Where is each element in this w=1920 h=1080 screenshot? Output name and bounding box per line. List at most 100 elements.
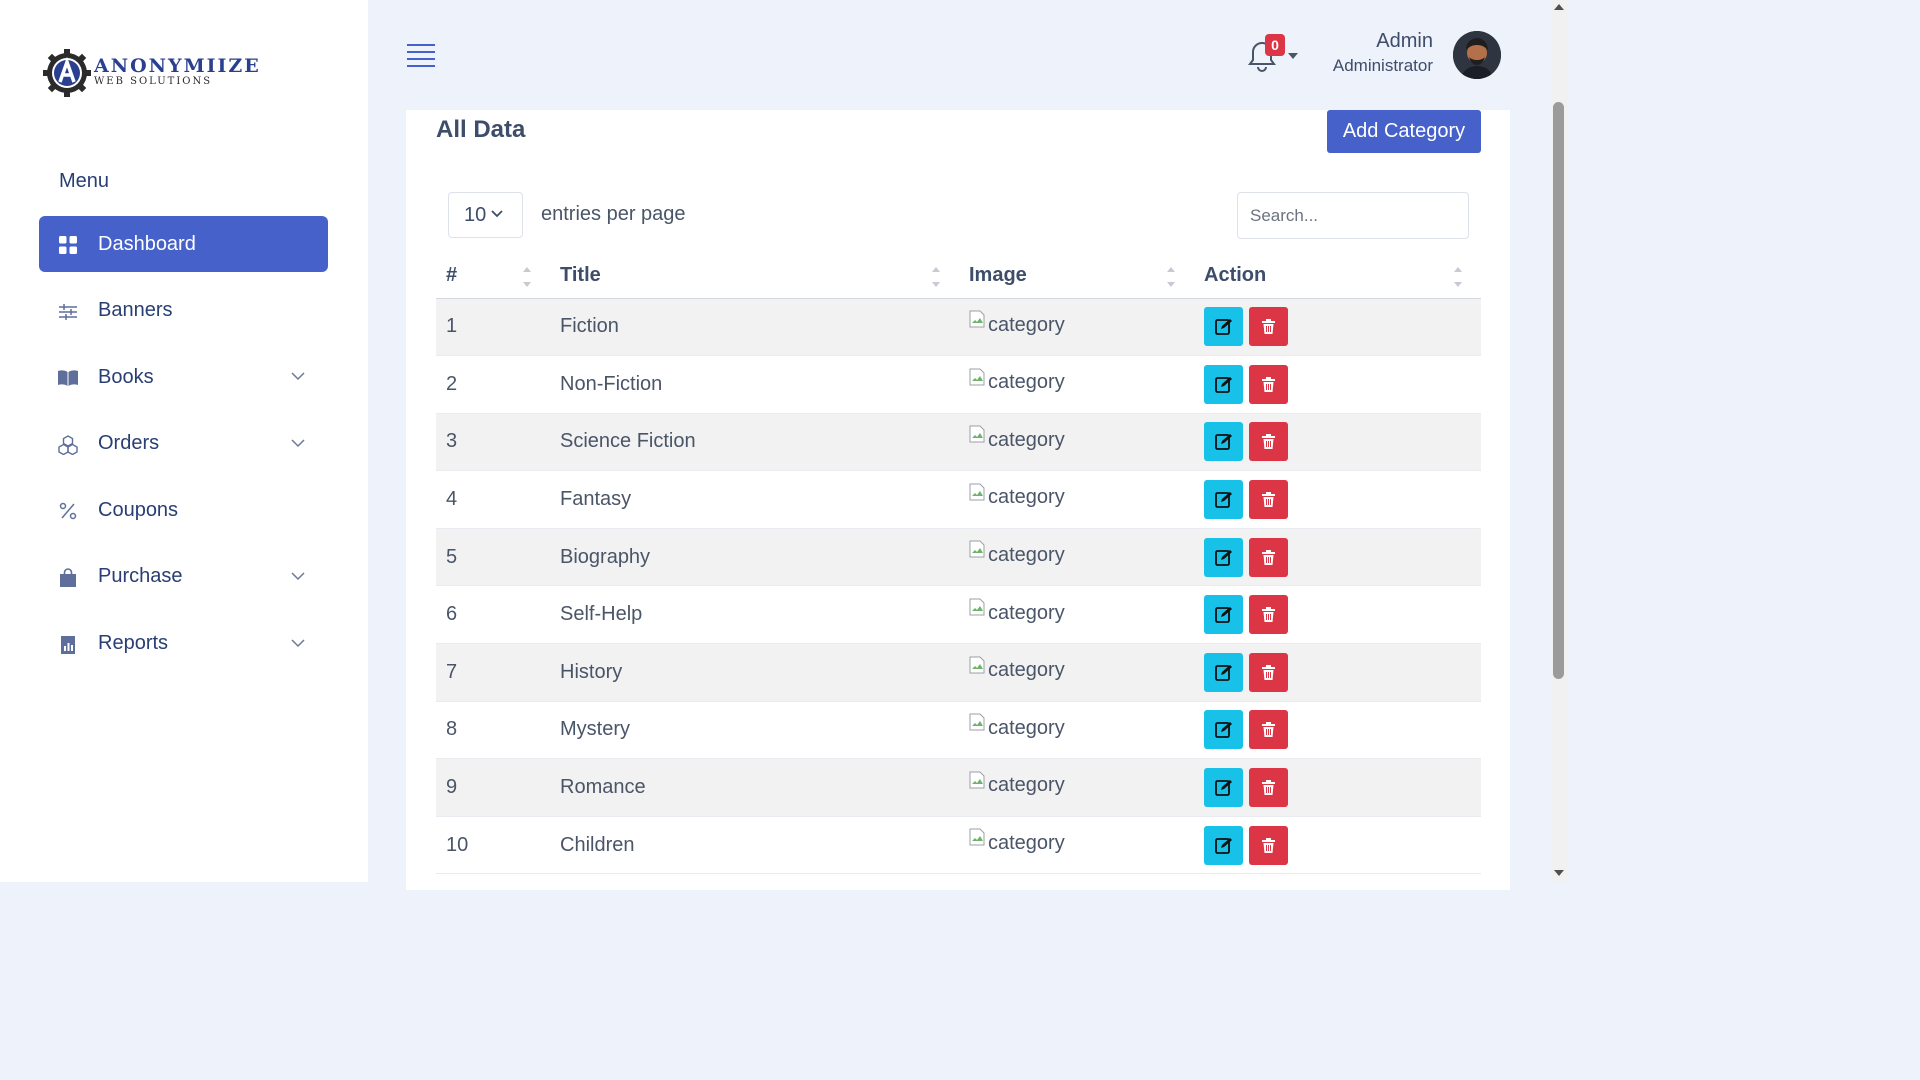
row-image-cell: category <box>959 413 1194 472</box>
trash-icon <box>1262 722 1275 738</box>
table-row: 9 Romance category <box>436 758 1481 817</box>
menu-toggle-button[interactable] <box>407 44 435 68</box>
row-number-cell: 6 <box>436 585 550 645</box>
row-number-cell: 7 <box>436 643 550 702</box>
hamburger-bar <box>407 65 435 67</box>
scroll-down-arrow-icon[interactable] <box>1554 870 1564 876</box>
edit-button[interactable] <box>1204 537 1243 577</box>
row-action-cell <box>1194 528 1481 587</box>
delete-button[interactable] <box>1249 595 1288 635</box>
delete-button[interactable] <box>1249 480 1288 520</box>
broken-image: category <box>969 828 1065 855</box>
broken-image: category <box>969 771 1065 797</box>
sidebar-item-books[interactable]: Books <box>39 349 328 405</box>
edit-button[interactable] <box>1204 422 1243 462</box>
column-header-number[interactable]: # <box>436 253 550 299</box>
entries-per-page-select[interactable]: 10 <box>448 192 523 238</box>
scrollbar-thumb[interactable] <box>1553 102 1564 679</box>
image-alt-text: category <box>988 313 1065 336</box>
sidebar-item-label: Orders <box>98 432 160 455</box>
edit-button[interactable] <box>1204 825 1243 865</box>
edit-icon <box>1215 837 1232 854</box>
delete-button[interactable] <box>1249 825 1288 865</box>
edit-icon <box>1215 319 1232 336</box>
row-title-cell: Fiction <box>550 298 959 357</box>
hamburger-bar <box>407 51 435 53</box>
column-header-action[interactable]: Action <box>1194 253 1481 299</box>
sidebar-item-purchase[interactable]: Purchase <box>39 549 328 605</box>
edit-button[interactable] <box>1204 652 1243 692</box>
broken-image-icon <box>969 483 985 501</box>
table-row: 10 Children category <box>436 816 1481 875</box>
sort-icon <box>523 267 531 287</box>
image-alt-text: category <box>988 543 1065 566</box>
chevron-down-icon <box>491 210 503 218</box>
sort-icon <box>932 267 940 287</box>
entries-per-page-value: 10 <box>464 204 487 226</box>
chevron-down-icon <box>291 639 305 647</box>
boxes-icon <box>58 434 78 455</box>
delete-button[interactable] <box>1249 768 1288 808</box>
delete-button[interactable] <box>1249 422 1288 462</box>
sliders-icon <box>59 303 77 320</box>
edit-button[interactable] <box>1204 480 1243 520</box>
categories-table: # Title Image Action 1 Fiction category 2 No… <box>436 253 1481 875</box>
grid-icon <box>59 236 77 254</box>
column-header-title[interactable]: Title <box>550 253 959 299</box>
delete-button[interactable] <box>1249 537 1288 577</box>
row-image-cell: category <box>959 528 1194 587</box>
delete-button[interactable] <box>1249 652 1288 692</box>
bag-icon <box>60 568 76 587</box>
delete-button[interactable] <box>1249 307 1288 347</box>
edit-icon <box>1215 434 1232 451</box>
sort-icon <box>1167 267 1175 287</box>
brand-logo[interactable]: ANONYMIIZE WEB SOLUTIONS <box>42 46 261 98</box>
percent-icon <box>59 503 77 520</box>
row-title-cell: Biography <box>550 528 959 587</box>
edit-button[interactable] <box>1204 595 1243 635</box>
broken-image: category <box>969 598 1065 625</box>
chevron-down-icon <box>291 372 305 381</box>
edit-icon <box>1215 492 1232 508</box>
edit-button[interactable] <box>1204 307 1243 347</box>
row-title-cell: Romance <box>550 758 959 817</box>
edit-button[interactable] <box>1204 710 1243 750</box>
avatar[interactable] <box>1453 31 1501 79</box>
broken-image-icon <box>969 310 985 328</box>
search-input[interactable] <box>1237 192 1469 239</box>
edit-button[interactable] <box>1204 364 1243 404</box>
sidebar-item-reports[interactable]: Reports <box>39 616 328 672</box>
add-category-button[interactable]: Add Category <box>1327 110 1481 153</box>
sidebar-item-dashboard[interactable]: Dashboard <box>39 216 328 272</box>
caret-down-icon[interactable] <box>1288 53 1298 59</box>
edit-icon <box>1215 664 1232 681</box>
broken-image-icon <box>969 828 985 846</box>
row-action-cell <box>1194 298 1481 357</box>
broken-image-icon <box>969 425 985 443</box>
delete-button[interactable] <box>1249 364 1288 404</box>
delete-button[interactable] <box>1249 710 1288 750</box>
sidebar-item-orders[interactable]: Orders <box>39 416 328 472</box>
row-image-cell: category <box>959 643 1194 702</box>
table-header-row: # Title Image Action <box>436 253 1481 299</box>
broken-image: category <box>969 310 1065 337</box>
trash-icon <box>1262 837 1275 853</box>
scroll-up-arrow-icon[interactable] <box>1554 4 1564 10</box>
trash-icon <box>1262 319 1275 335</box>
notification-count-badge: 0 <box>1265 34 1285 56</box>
broken-image-icon <box>969 598 985 616</box>
table-body: 1 Fiction category 2 Non-Fiction category 3 Sci… <box>436 298 1481 875</box>
image-alt-text: category <box>988 371 1065 394</box>
edit-button[interactable] <box>1204 768 1243 808</box>
image-alt-text: category <box>988 486 1065 509</box>
column-header-image[interactable]: Image <box>959 253 1194 299</box>
sidebar-item-banners[interactable]: Banners <box>39 283 328 339</box>
sidebar-item-coupons[interactable]: Coupons <box>39 482 328 538</box>
row-title-cell: Mystery <box>550 701 959 760</box>
sidebar-item-label: Reports <box>98 632 169 655</box>
broken-image: category <box>969 713 1065 740</box>
table-row: 3 Science Fiction category <box>436 413 1481 472</box>
edit-icon <box>1215 549 1232 566</box>
broken-image: category <box>969 483 1065 509</box>
user-name[interactable]: Admin <box>1376 30 1433 53</box>
